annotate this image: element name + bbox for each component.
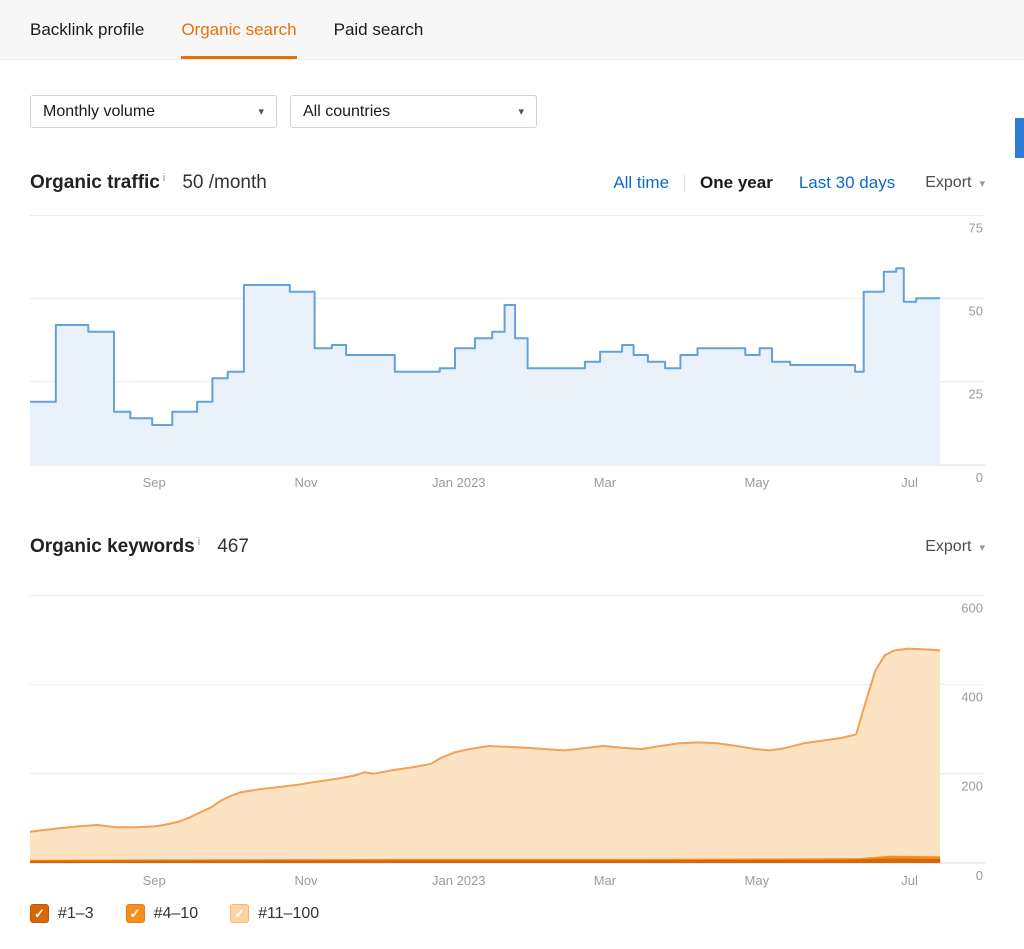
svg-text:May: May — [745, 873, 770, 888]
svg-text:Mar: Mar — [594, 873, 617, 888]
range-one-year[interactable]: One year — [700, 173, 773, 193]
legend-label: #1–3 — [58, 904, 94, 922]
organic-keywords-title-group: Organic keywords i 467 — [30, 536, 249, 558]
tab-bar: Backlink profile Organic search Paid sea… — [0, 0, 1024, 60]
svg-text:75: 75 — [969, 221, 983, 236]
export-label: Export — [925, 174, 972, 191]
legend-item-1-3[interactable]: ✓ #1–3 — [30, 904, 94, 923]
svg-text:Jul: Jul — [901, 873, 918, 888]
legend-label: #4–10 — [153, 904, 199, 922]
chevron-down-icon: ▾ — [518, 106, 524, 118]
volume-select-value: Monthly volume — [43, 102, 156, 120]
svg-text:Mar: Mar — [594, 475, 617, 490]
organic-keywords-chart: 600 400 200 0 Sep Nov Jan 2023 Mar May Jul — [30, 595, 985, 893]
svg-text:Jan 2023: Jan 2023 — [432, 873, 486, 888]
svg-text:0: 0 — [976, 868, 983, 883]
legend-item-11-100[interactable]: ✓ #11–100 — [230, 904, 319, 923]
filters-row: Monthly volume ▾ All countries ▾ — [30, 95, 537, 128]
country-select[interactable]: All countries ▾ — [290, 95, 537, 128]
range-last-30-days[interactable]: Last 30 days — [799, 173, 895, 193]
range-divider — [684, 174, 686, 192]
export-button-traffic[interactable]: Export ▾ — [925, 174, 985, 192]
svg-text:Sep: Sep — [143, 873, 166, 888]
tab-backlink-profile[interactable]: Backlink profile — [30, 0, 144, 59]
legend-label: #11–100 — [258, 904, 320, 922]
info-icon[interactable]: i — [198, 536, 200, 548]
svg-text:Sep: Sep — [143, 475, 166, 490]
checkbox-checked-icon[interactable]: ✓ — [30, 904, 49, 923]
info-icon[interactable]: i — [163, 172, 165, 184]
svg-text:May: May — [745, 475, 770, 490]
organic-traffic-chart: 75 50 25 0 Sep Nov Jan 2023 Mar May Jul — [30, 215, 985, 495]
svg-text:Nov: Nov — [294, 873, 318, 888]
svg-text:25: 25 — [969, 387, 983, 402]
chevron-down-icon: ▾ — [979, 541, 985, 554]
svg-text:Jan 2023: Jan 2023 — [432, 475, 486, 490]
organic-traffic-title: Organic traffic — [30, 172, 160, 193]
position-legend: ✓ #1–3 ✓ #4–10 ✓ #11–100 — [30, 904, 319, 923]
svg-text:0: 0 — [976, 470, 983, 485]
svg-text:200: 200 — [961, 779, 983, 794]
tab-paid-search[interactable]: Paid search — [334, 0, 424, 59]
traffic-controls: All time One year Last 30 days Export ▾ — [613, 173, 985, 193]
svg-text:50: 50 — [969, 303, 983, 318]
svg-text:Nov: Nov — [294, 475, 318, 490]
chevron-down-icon: ▾ — [979, 177, 985, 190]
chart-keywords-canvas: 600 400 200 0 Sep Nov Jan 2023 Mar May Jul — [30, 595, 985, 888]
organic-keywords-header: Organic keywords i 467 Export ▾ — [30, 532, 985, 562]
organic-keywords-value: 467 — [217, 536, 249, 557]
checkbox-checked-icon[interactable]: ✓ — [230, 904, 250, 923]
organic-traffic-header: Organic traffic i 50 /month All time One… — [30, 168, 985, 198]
volume-select[interactable]: Monthly volume ▾ — [30, 95, 277, 128]
tab-organic-search[interactable]: Organic search — [181, 0, 297, 59]
export-label: Export — [925, 538, 972, 555]
chevron-down-icon: ▾ — [258, 106, 264, 118]
svg-text:600: 600 — [961, 601, 983, 616]
organic-traffic-value: 50 /month — [182, 172, 267, 193]
organic-traffic-title-group: Organic traffic i 50 /month — [30, 172, 267, 194]
checkbox-checked-icon[interactable]: ✓ — [125, 904, 145, 923]
legend-item-4-10[interactable]: ✓ #4–10 — [125, 904, 199, 923]
svg-text:Jul: Jul — [901, 475, 918, 490]
range-all-time[interactable]: All time — [613, 173, 669, 193]
chart-traffic-canvas: 75 50 25 0 Sep Nov Jan 2023 Mar May Jul — [30, 215, 985, 490]
country-select-value: All countries — [303, 102, 391, 120]
svg-text:400: 400 — [961, 689, 983, 704]
keywords-controls: Export ▾ — [925, 538, 985, 556]
scrollbar-thumb[interactable] — [1015, 118, 1024, 158]
organic-keywords-title: Organic keywords — [30, 536, 195, 557]
export-button-keywords[interactable]: Export ▾ — [925, 538, 985, 556]
